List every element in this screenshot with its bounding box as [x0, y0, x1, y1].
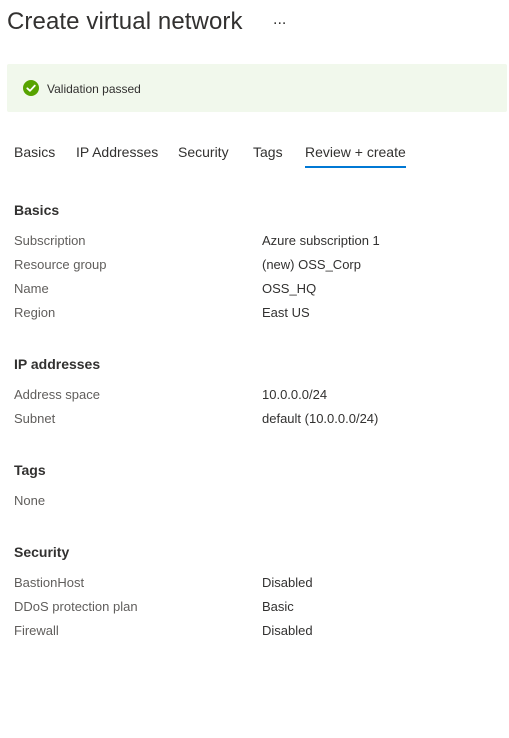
validation-text: Validation passed: [47, 82, 141, 96]
value-firewall: Disabled: [262, 623, 313, 638]
value-region: East US: [262, 305, 310, 320]
tab-security[interactable]: Security: [178, 144, 229, 160]
section-heading-security: Security: [14, 544, 70, 560]
label-subnet: Subnet: [14, 411, 56, 426]
value-subnet: default (10.0.0.0/24): [262, 411, 379, 426]
value-address-space: 10.0.0.0/24: [262, 387, 328, 402]
value-ddos-protection-plan: Basic: [262, 599, 294, 614]
label-bastion-host: BastionHost: [14, 575, 85, 590]
validation-banner: Validation passed: [7, 64, 507, 112]
label-region: Region: [14, 305, 56, 320]
label-resource-group: Resource group: [14, 257, 107, 272]
check-circle-icon: [23, 80, 39, 96]
value-bastion-host: Disabled: [262, 575, 313, 590]
section-heading-ip-addresses: IP addresses: [14, 356, 101, 372]
section-heading-tags: Tags: [14, 462, 46, 478]
label-name: Name: [14, 281, 49, 296]
page-title: Create virtual network: [7, 8, 243, 35]
tab-review-create[interactable]: Review + create: [305, 144, 406, 168]
tab-tags[interactable]: Tags: [253, 144, 283, 160]
tab-basics[interactable]: Basics: [14, 144, 55, 160]
section-heading-basics: Basics: [14, 202, 60, 218]
value-subscription: Azure subscription 1: [262, 233, 380, 248]
label-firewall: Firewall: [14, 623, 59, 638]
more-options-button[interactable]: ...: [273, 11, 286, 29]
label-address-space: Address space: [14, 387, 100, 402]
tags-none: None: [14, 493, 46, 508]
value-resource-group: (new) OSS_Corp: [262, 257, 361, 272]
tab-ip-addresses[interactable]: IP Addresses: [76, 144, 158, 160]
label-ddos-protection-plan: DDoS protection plan: [14, 599, 138, 614]
label-subscription: Subscription: [14, 233, 86, 248]
value-name: OSS_HQ: [262, 281, 317, 296]
tab-bar: Basics IP Addresses Security Tags Review…: [14, 144, 494, 174]
